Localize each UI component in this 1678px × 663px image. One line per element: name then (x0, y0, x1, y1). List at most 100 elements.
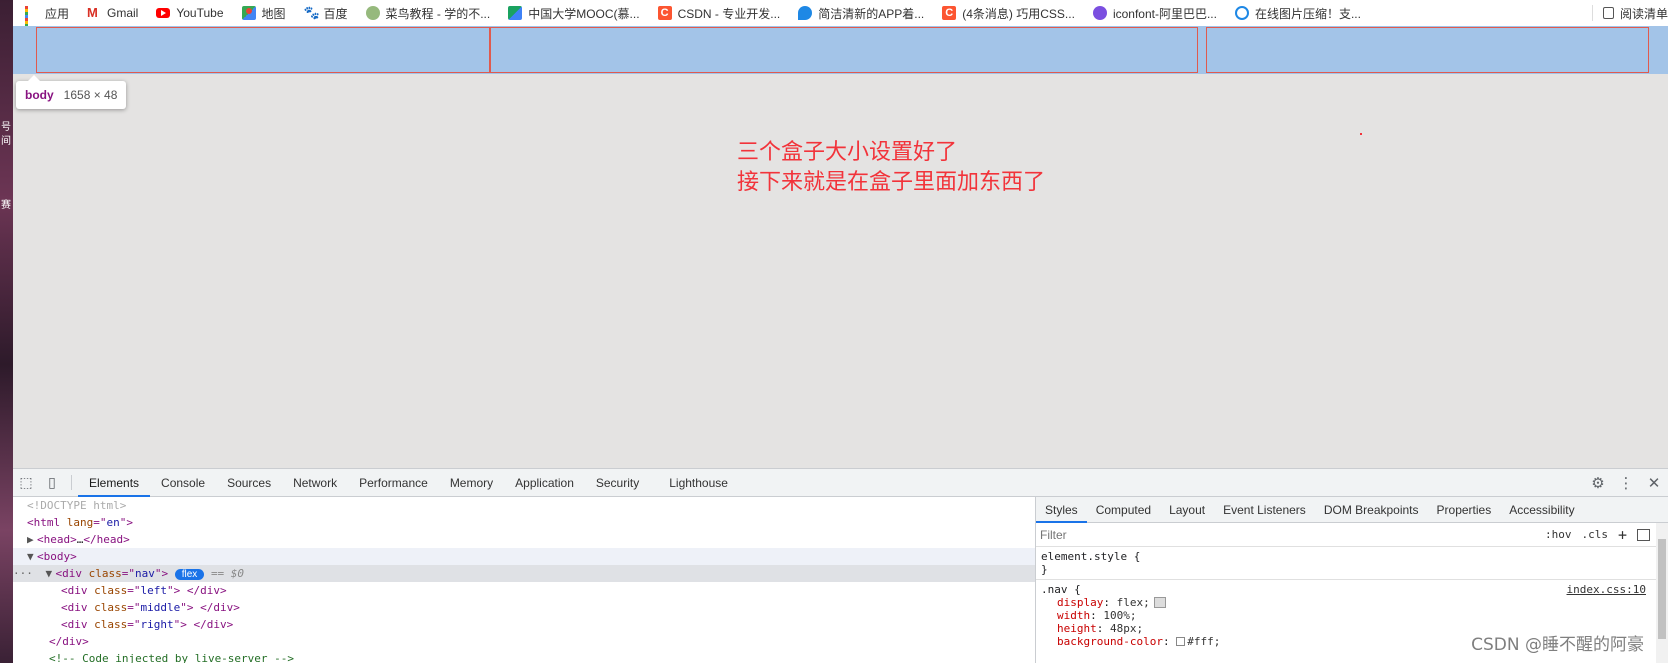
tab-console[interactable]: Console (150, 469, 216, 496)
tree-child-left[interactable]: <div class="left"> </div> (13, 582, 1035, 599)
csdn-icon: C (657, 6, 672, 20)
tree-child-middle[interactable]: <div class="middle"> </div> (13, 599, 1035, 616)
scrollbar-thumb[interactable] (1658, 539, 1666, 639)
bookmark-apps[interactable]: 应用 (25, 5, 70, 26)
tab-dom-breakpoints[interactable]: DOM Breakpoints (1315, 497, 1428, 522)
bookmark-iconfont[interactable]: iconfont-阿里巴巴... (1092, 5, 1217, 22)
tab-styles[interactable]: Styles (1036, 497, 1087, 523)
body-tag: body (43, 550, 71, 563)
close-div-tag: </div> (49, 635, 89, 648)
flex-badge[interactable]: flex (174, 569, 205, 580)
tab-computed[interactable]: Computed (1087, 497, 1160, 522)
element-inspect-tooltip: body 1658 × 48 (16, 75, 127, 109)
child-tag: div (67, 584, 88, 597)
bookmark-label: CSDN - 专业开发... (677, 6, 781, 21)
toggle-sidebar-icon[interactable] (1637, 528, 1650, 541)
bookmark-maps[interactable]: 地图 (241, 5, 286, 22)
left-box (36, 27, 490, 73)
tooltip-tag: body (25, 88, 54, 102)
tree-html[interactable]: <html lang="en"> (13, 514, 1035, 531)
element-style-selector: element.style { (1041, 550, 1141, 563)
bookmark-csdn-article[interactable]: C (4条消息) 巧用CSS... (942, 5, 1075, 22)
bookmark-gmail[interactable]: M Gmail (87, 6, 138, 21)
class-attr: class (94, 618, 128, 631)
tab-layout[interactable]: Layout (1160, 497, 1214, 522)
expand-triangle-icon[interactable]: ▶ (27, 531, 37, 548)
element-style-rule[interactable]: element.style { } (1036, 547, 1668, 580)
css-prop-display[interactable]: display: flex; (1041, 596, 1663, 609)
baidu-icon: 🐾 (303, 5, 320, 20)
styles-filter-input[interactable] (1040, 527, 1535, 542)
div-tag: div (62, 567, 82, 580)
tab-lighthouse[interactable]: Lighthouse (658, 469, 739, 496)
bookmark-label: 地图 (261, 6, 286, 21)
bookmark-compress[interactable]: 在线图片压缩！支... (1234, 5, 1361, 22)
more-options-icon[interactable]: ⋮ (1612, 474, 1640, 492)
tab-application[interactable]: Application (504, 469, 585, 496)
annotation-line-2: 接下来就是在盒子里面加东西了 (737, 170, 1046, 195)
tree-body[interactable]: ▼ <body> (13, 548, 1035, 565)
devtools-actions: ⚙ ⋮ ✕ (1584, 469, 1668, 496)
tree-close-div[interactable]: </div> (13, 633, 1035, 650)
tab-sources[interactable]: Sources (216, 469, 282, 496)
bookmark-app[interactable]: 简洁清新的APP着... (798, 5, 924, 22)
prop-value: #fff; (1187, 635, 1221, 648)
close-devtools-icon[interactable]: ✕ (1640, 474, 1668, 492)
prop-name: height (1057, 622, 1097, 635)
tree-head[interactable]: ▶ <head>…</head> (13, 531, 1035, 548)
tree-nav-div[interactable]: ··· ▼ <div class="nav"> flex == $0 (13, 565, 1035, 582)
device-toolbar-icon[interactable]: ▯ (39, 469, 65, 496)
devtools-panel: ⬚ ▯ Elements Console Sources Network Per… (13, 468, 1668, 663)
collapse-triangle-icon[interactable]: ▼ (27, 548, 37, 565)
nav-class-value: nav (135, 567, 155, 580)
child-class-value: middle (140, 601, 181, 614)
tree-comment[interactable]: <!-- Code injected by live-server --> (13, 650, 1035, 663)
tab-security[interactable]: Security (585, 469, 650, 496)
add-rule-icon[interactable]: + (1618, 526, 1627, 544)
html-tag: html (33, 516, 61, 529)
annotation-line-1: 三个盒子大小设置好了 (737, 140, 958, 165)
prop-value: 100%; (1103, 609, 1137, 622)
bookmark-runoob[interactable]: 菜鸟教程 - 学的不... (365, 5, 490, 22)
child-class-value: right (140, 618, 174, 631)
middle-box (490, 27, 1198, 73)
reading-list-button[interactable]: 阅读清单 (1591, 5, 1668, 21)
class-attr: class (94, 601, 128, 614)
page-viewport: body 1658 × 48 三个盒子大小设置好了 接下来就是在盒子里面加东西了 (13, 26, 1668, 468)
styles-scrollbar[interactable] (1656, 523, 1668, 663)
doctype-text: <!DOCTYPE html> (27, 499, 127, 512)
css-prop-width[interactable]: width: 100%; (1041, 609, 1663, 622)
prop-value: 48px; (1110, 622, 1144, 635)
bookmark-csdn[interactable]: C CSDN - 专业开发... (657, 5, 781, 22)
bookmark-youtube[interactable]: YouTube (156, 6, 224, 20)
tree-doctype[interactable]: <!DOCTYPE html> (13, 497, 1035, 514)
tab-event-listeners[interactable]: Event Listeners (1214, 497, 1315, 522)
flex-editor-icon[interactable] (1153, 597, 1166, 608)
bookmark-label: 应用 (45, 6, 70, 21)
devtools-tabbar: ⬚ ▯ Elements Console Sources Network Per… (13, 469, 1668, 497)
tab-properties[interactable]: Properties (1428, 497, 1501, 522)
hov-toggle[interactable]: :hov (1545, 528, 1572, 541)
bookmark-baidu[interactable]: 🐾 百度 (304, 5, 348, 22)
watermark: CSDN @睡不醒的阿豪 (1471, 635, 1644, 655)
tab-performance[interactable]: Performance (348, 469, 439, 496)
collapse-triangle-icon[interactable]: ▼ (46, 565, 56, 582)
cls-toggle[interactable]: .cls (1581, 528, 1608, 541)
devtools-body: <!DOCTYPE html> <html lang="en"> ▶ <head>… (13, 497, 1668, 663)
tab-memory[interactable]: Memory (439, 469, 504, 496)
right-box (1206, 27, 1649, 73)
reading-list-label: 阅读清单 (1619, 6, 1668, 21)
child-class-value: left (140, 584, 168, 597)
tab-accessibility[interactable]: Accessibility (1500, 497, 1583, 522)
elements-tree: <!DOCTYPE html> <html lang="en"> ▶ <head>… (13, 497, 1036, 663)
inspect-element-icon[interactable]: ⬚ (13, 469, 39, 496)
tab-network[interactable]: Network (282, 469, 348, 496)
color-swatch-icon[interactable] (1176, 637, 1186, 646)
source-link[interactable]: index.css:10 (1567, 583, 1646, 596)
child-close-tag: div (200, 584, 220, 597)
bookmark-mooc[interactable]: 中国大学MOOC(慕... (508, 5, 640, 22)
tree-child-right[interactable]: <div class="right"> </div> (13, 616, 1035, 633)
tab-elements[interactable]: Elements (78, 469, 151, 497)
bookmark-label: (4条消息) 巧用CSS... (962, 6, 1075, 21)
settings-gear-icon[interactable]: ⚙ (1584, 474, 1612, 492)
